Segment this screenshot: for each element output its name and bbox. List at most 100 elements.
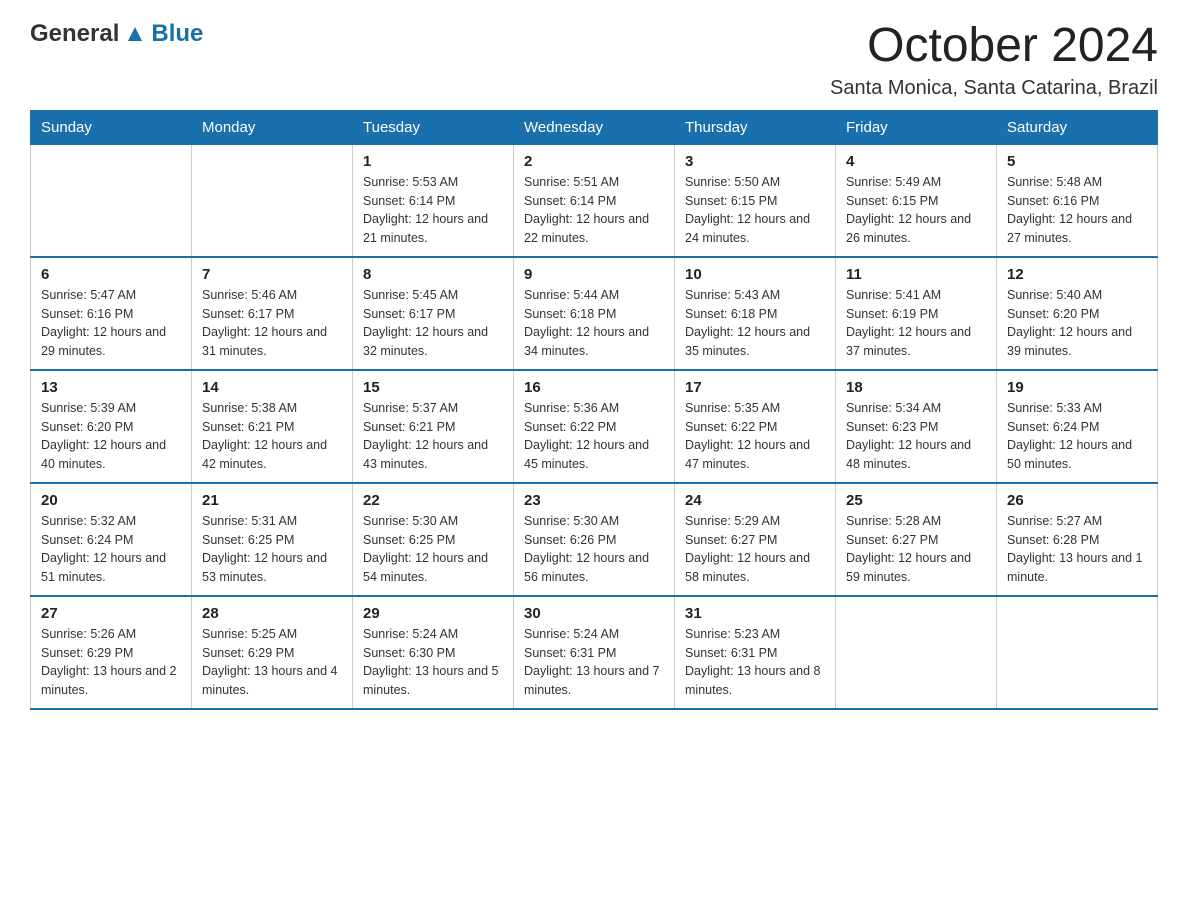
day-info: Sunrise: 5:35 AMSunset: 6:22 PMDaylight:…: [685, 399, 825, 474]
calendar-week-2: 6 Sunrise: 5:47 AMSunset: 6:16 PMDaylight…: [31, 257, 1158, 370]
day-number: 11: [846, 266, 986, 283]
day-info: Sunrise: 5:28 AMSunset: 6:27 PMDaylight:…: [846, 512, 986, 587]
calendar-cell: 19Sunrise: 5:33 AMSunset: 6:24 PMDayligh…: [997, 370, 1158, 483]
calendar-cell: 21Sunrise: 5:31 AMSunset: 6:25 PMDayligh…: [192, 483, 353, 596]
day-info: Sunrise: 5:32 AMSunset: 6:24 PMDaylight:…: [41, 512, 181, 587]
day-number: 29: [363, 605, 503, 622]
calendar-cell: 6 Sunrise: 5:47 AMSunset: 6:16 PMDaylight…: [31, 257, 192, 370]
day-number: 21: [202, 492, 342, 509]
col-tuesday: Tuesday: [353, 110, 514, 144]
day-number: 19: [1007, 379, 1147, 396]
day-number: 4: [846, 153, 986, 170]
day-info: Sunrise: 5:36 AMSunset: 6:22 PMDaylight:…: [524, 399, 664, 474]
day-info: Sunrise: 5:25 AMSunset: 6:29 PMDaylight:…: [202, 625, 342, 700]
logo-general-text: General: [30, 20, 119, 48]
calendar-cell: [31, 144, 192, 257]
day-info: Sunrise: 5:30 AMSunset: 6:26 PMDaylight:…: [524, 512, 664, 587]
day-info: Sunrise: 5:23 AMSunset: 6:31 PMDaylight:…: [685, 625, 825, 700]
col-saturday: Saturday: [997, 110, 1158, 144]
location-title: Santa Monica, Santa Catarina, Brazil: [830, 77, 1158, 100]
day-info: Sunrise: 5:39 AMSunset: 6:20 PMDaylight:…: [41, 399, 181, 474]
day-info: Sunrise: 5:51 AMSunset: 6:14 PMDaylight:…: [524, 173, 664, 248]
col-wednesday: Wednesday: [514, 110, 675, 144]
day-number: 31: [685, 605, 825, 622]
calendar-cell: 5 Sunrise: 5:48 AMSunset: 6:16 PMDaylight…: [997, 144, 1158, 257]
day-number: 22: [363, 492, 503, 509]
calendar-cell: [836, 596, 997, 709]
day-info: Sunrise: 5:49 AMSunset: 6:15 PMDaylight:…: [846, 173, 986, 248]
day-number: 23: [524, 492, 664, 509]
day-info: Sunrise: 5:38 AMSunset: 6:21 PMDaylight:…: [202, 399, 342, 474]
day-number: 27: [41, 605, 181, 622]
day-number: 5: [1007, 153, 1147, 170]
logo: General Blue: [30, 20, 203, 48]
day-number: 6: [41, 266, 181, 283]
day-number: 8: [363, 266, 503, 283]
logo-triangle-icon: [124, 23, 146, 45]
day-number: 18: [846, 379, 986, 396]
day-number: 25: [846, 492, 986, 509]
day-info: Sunrise: 5:48 AMSunset: 6:16 PMDaylight:…: [1007, 173, 1147, 248]
calendar-cell: 7Sunrise: 5:46 AMSunset: 6:17 PMDaylight…: [192, 257, 353, 370]
day-info: Sunrise: 5:41 AMSunset: 6:19 PMDaylight:…: [846, 286, 986, 361]
calendar-cell: [997, 596, 1158, 709]
month-title: October 2024: [830, 20, 1158, 73]
day-number: 30: [524, 605, 664, 622]
day-info: Sunrise: 5:30 AMSunset: 6:25 PMDaylight:…: [363, 512, 503, 587]
day-number: 9: [524, 266, 664, 283]
title-block: October 2024 Santa Monica, Santa Catarin…: [830, 20, 1158, 100]
calendar-cell: 22 Sunrise: 5:30 AMSunset: 6:25 PMDayligh…: [353, 483, 514, 596]
day-info: Sunrise: 5:46 AMSunset: 6:17 PMDaylight:…: [202, 286, 342, 361]
day-info: Sunrise: 5:27 AMSunset: 6:28 PMDaylight:…: [1007, 512, 1147, 587]
calendar-cell: 31 Sunrise: 5:23 AMSunset: 6:31 PMDayligh…: [675, 596, 836, 709]
day-number: 20: [41, 492, 181, 509]
day-number: 28: [202, 605, 342, 622]
calendar-cell: 20 Sunrise: 5:32 AMSunset: 6:24 PMDayligh…: [31, 483, 192, 596]
day-info: Sunrise: 5:50 AMSunset: 6:15 PMDaylight:…: [685, 173, 825, 248]
day-info: Sunrise: 5:44 AMSunset: 6:18 PMDaylight:…: [524, 286, 664, 361]
calendar-cell: [192, 144, 353, 257]
calendar-cell: 13Sunrise: 5:39 AMSunset: 6:20 PMDayligh…: [31, 370, 192, 483]
calendar-week-5: 27 Sunrise: 5:26 AMSunset: 6:29 PMDayligh…: [31, 596, 1158, 709]
day-info: Sunrise: 5:47 AMSunset: 6:16 PMDaylight:…: [41, 286, 181, 361]
calendar-cell: 27 Sunrise: 5:26 AMSunset: 6:29 PMDayligh…: [31, 596, 192, 709]
day-number: 15: [363, 379, 503, 396]
day-number: 1: [363, 153, 503, 170]
calendar-week-4: 20 Sunrise: 5:32 AMSunset: 6:24 PMDayligh…: [31, 483, 1158, 596]
calendar-week-1: 1Sunrise: 5:53 AMSunset: 6:14 PMDaylight…: [31, 144, 1158, 257]
calendar-cell: 18 Sunrise: 5:34 AMSunset: 6:23 PMDayligh…: [836, 370, 997, 483]
day-info: Sunrise: 5:45 AMSunset: 6:17 PMDaylight:…: [363, 286, 503, 361]
calendar-cell: 12 Sunrise: 5:40 AMSunset: 6:20 PMDayligh…: [997, 257, 1158, 370]
calendar-cell: 10 Sunrise: 5:43 AMSunset: 6:18 PMDayligh…: [675, 257, 836, 370]
calendar-cell: 17 Sunrise: 5:35 AMSunset: 6:22 PMDayligh…: [675, 370, 836, 483]
day-number: 26: [1007, 492, 1147, 509]
day-number: 14: [202, 379, 342, 396]
day-info: Sunrise: 5:24 AMSunset: 6:31 PMDaylight:…: [524, 625, 664, 700]
col-sunday: Sunday: [31, 110, 192, 144]
day-info: Sunrise: 5:34 AMSunset: 6:23 PMDaylight:…: [846, 399, 986, 474]
day-number: 17: [685, 379, 825, 396]
calendar-cell: 8 Sunrise: 5:45 AMSunset: 6:17 PMDaylight…: [353, 257, 514, 370]
calendar-header-row: Sunday Monday Tuesday Wednesday Thursday…: [31, 110, 1158, 144]
calendar-cell: 24 Sunrise: 5:29 AMSunset: 6:27 PMDayligh…: [675, 483, 836, 596]
calendar-cell: 23 Sunrise: 5:30 AMSunset: 6:26 PMDayligh…: [514, 483, 675, 596]
calendar-cell: 4 Sunrise: 5:49 AMSunset: 6:15 PMDaylight…: [836, 144, 997, 257]
day-info: Sunrise: 5:40 AMSunset: 6:20 PMDaylight:…: [1007, 286, 1147, 361]
calendar-cell: 14 Sunrise: 5:38 AMSunset: 6:21 PMDayligh…: [192, 370, 353, 483]
calendar-cell: 1Sunrise: 5:53 AMSunset: 6:14 PMDaylight…: [353, 144, 514, 257]
day-number: 16: [524, 379, 664, 396]
day-info: Sunrise: 5:26 AMSunset: 6:29 PMDaylight:…: [41, 625, 181, 700]
calendar-cell: 11 Sunrise: 5:41 AMSunset: 6:19 PMDayligh…: [836, 257, 997, 370]
day-number: 10: [685, 266, 825, 283]
day-number: 12: [1007, 266, 1147, 283]
day-number: 24: [685, 492, 825, 509]
calendar-cell: 9 Sunrise: 5:44 AMSunset: 6:18 PMDaylight…: [514, 257, 675, 370]
calendar-cell: 16 Sunrise: 5:36 AMSunset: 6:22 PMDayligh…: [514, 370, 675, 483]
calendar-week-3: 13Sunrise: 5:39 AMSunset: 6:20 PMDayligh…: [31, 370, 1158, 483]
day-number: 2: [524, 153, 664, 170]
day-info: Sunrise: 5:29 AMSunset: 6:27 PMDaylight:…: [685, 512, 825, 587]
calendar-cell: 3 Sunrise: 5:50 AMSunset: 6:15 PMDaylight…: [675, 144, 836, 257]
day-info: Sunrise: 5:43 AMSunset: 6:18 PMDaylight:…: [685, 286, 825, 361]
day-number: 3: [685, 153, 825, 170]
calendar-cell: 28 Sunrise: 5:25 AMSunset: 6:29 PMDayligh…: [192, 596, 353, 709]
